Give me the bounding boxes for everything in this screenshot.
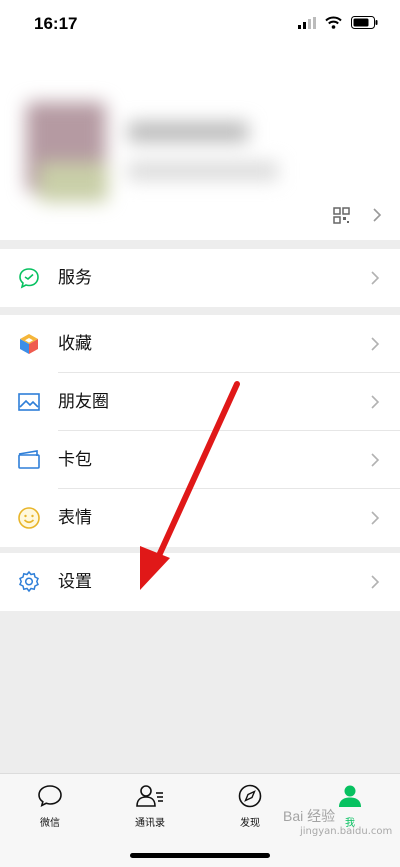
tab-label: 微信 — [40, 818, 60, 829]
annotation-arrow — [140, 381, 240, 590]
tab-chats[interactable]: 微信 — [15, 784, 85, 829]
compass-icon — [238, 784, 262, 808]
watermark-sub: jingyan.baidu.com — [300, 826, 393, 837]
person-icon — [339, 785, 361, 807]
tab-label: 通讯录 — [135, 818, 165, 829]
chat-bubble-icon — [38, 785, 62, 808]
contacts-icon — [136, 785, 163, 807]
tab-discover[interactable]: 发现 — [215, 784, 285, 829]
home-indicator — [130, 853, 270, 858]
tab-label: 发现 — [240, 818, 260, 829]
tab-contacts[interactable]: 通讯录 — [115, 784, 185, 829]
watermark: Bai 经验 — [283, 808, 336, 824]
